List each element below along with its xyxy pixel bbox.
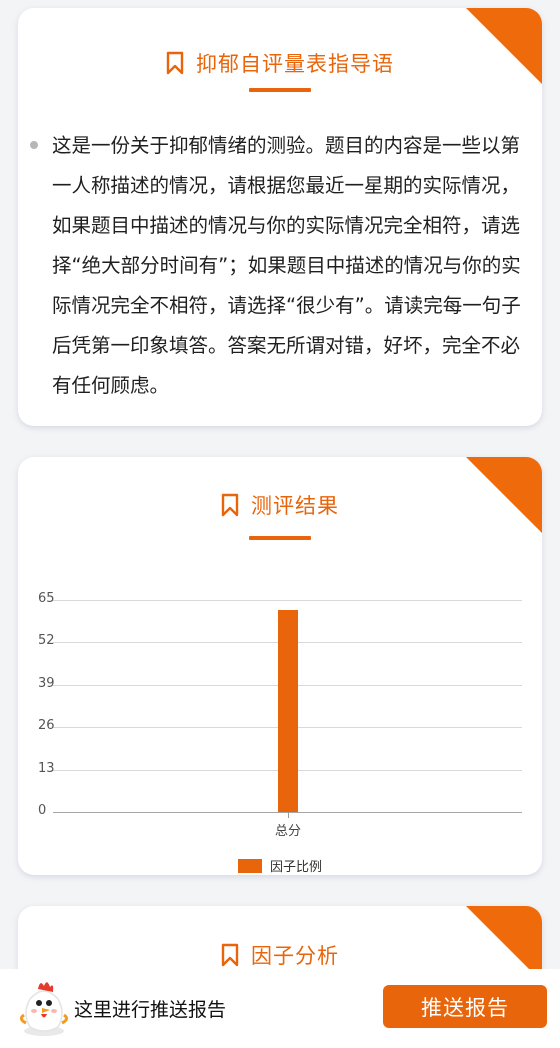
bookmark-icon <box>221 943 239 967</box>
factor-card-title: 因子分析 <box>251 944 339 968</box>
chicken-mascot-icon <box>19 982 69 1036</box>
legend-swatch <box>237 858 262 873</box>
chart-legend: 因子比例 <box>18 856 542 875</box>
guide-card: 抑郁自评量表指导语 这是一份关于抑郁情绪的测验。题目的内容是一些以第一人称描述的… <box>18 8 542 426</box>
guide-card-title: 抑郁自评量表指导语 <box>196 52 394 76</box>
chart-bar <box>278 610 298 812</box>
y-tick-label: 0 <box>38 803 47 818</box>
guide-text: 这是一份关于抑郁情绪的测验。题目的内容是一些以第一人称描述的情况，请根据您最近一… <box>52 134 521 397</box>
result-card: 测评结果 0 13 26 39 52 65 总分 因子比例 <box>18 457 542 875</box>
x-tick <box>288 812 289 818</box>
y-tick-label: 13 <box>38 761 55 776</box>
title-underline <box>249 536 311 540</box>
guide-card-header: 抑郁自评量表指导语 <box>18 48 542 78</box>
bookmark-icon <box>221 493 239 517</box>
push-prompt-text: 这里进行推送报告 <box>74 999 227 1021</box>
result-card-header: 测评结果 <box>18 490 542 520</box>
bottom-push-bar: 这里进行推送报告 推送报告 <box>0 969 560 1048</box>
factor-card-header: 因子分析 <box>18 940 542 970</box>
y-tick-label: 39 <box>38 676 55 691</box>
push-report-button[interactable]: 推送报告 <box>383 985 547 1028</box>
result-card-title: 测评结果 <box>251 494 339 518</box>
gridline <box>53 600 522 601</box>
y-tick-label: 26 <box>38 718 55 733</box>
y-tick-label: 52 <box>38 633 55 648</box>
title-underline <box>249 88 311 92</box>
bookmark-icon <box>166 51 184 75</box>
y-tick-label: 65 <box>38 591 55 606</box>
legend-label: 因子比例 <box>269 860 322 875</box>
bullet-dot <box>30 141 38 149</box>
x-category-label: 总分 <box>274 824 302 839</box>
